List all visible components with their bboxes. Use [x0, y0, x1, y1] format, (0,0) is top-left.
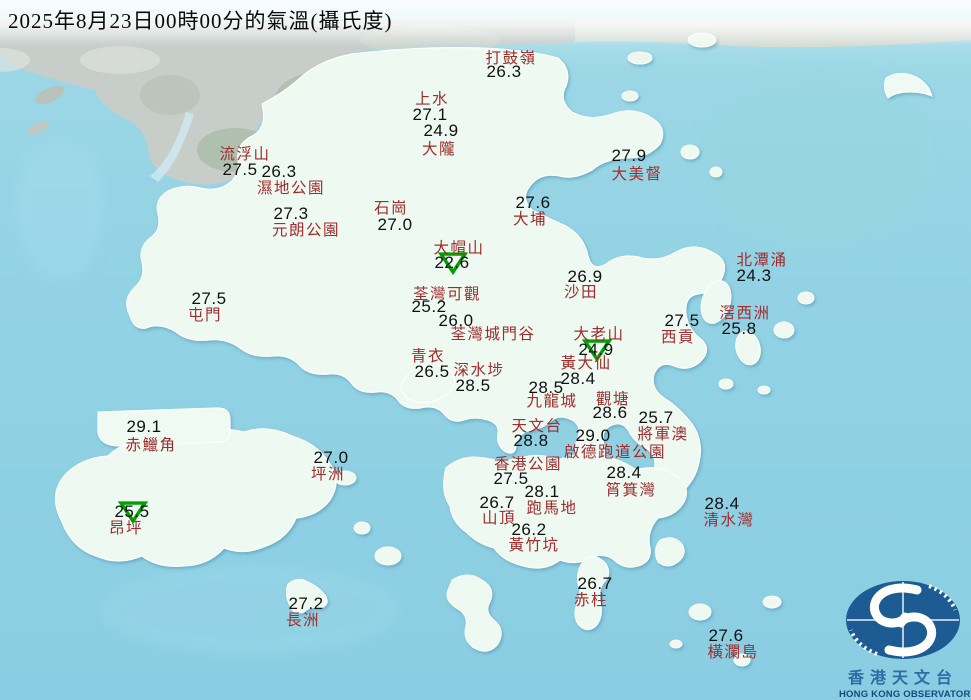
station-name-label: 沙田: [564, 280, 598, 302]
station-name-label: 赤柱: [574, 588, 608, 610]
station-name-label: 屯門: [188, 303, 222, 325]
station-name-label: 大帽山: [433, 236, 484, 258]
station-name-label: 滘西洲: [719, 301, 770, 323]
station-name-label: 橫瀾島: [707, 640, 758, 662]
station-name-label: 山頂: [482, 506, 516, 528]
station-name-label: 濕地公園: [257, 176, 325, 198]
station-name-label: 香港公園: [494, 452, 562, 474]
station-name-label: 上水: [415, 87, 449, 109]
station-name-label: 黃竹坑: [508, 533, 559, 555]
station-name-label: 打鼓嶺: [485, 46, 536, 68]
station-name-label: 大隴: [422, 137, 456, 159]
station-temperature-value: 27.0: [377, 215, 412, 235]
station-name-label: 荃灣城門谷: [450, 322, 535, 344]
station-name-label: 天文台: [511, 414, 562, 436]
station-name-label: 大老山: [573, 322, 624, 344]
station-name-label: 坪洲: [311, 462, 345, 484]
station-name-label: 赤鱲角: [125, 433, 176, 455]
station-name-label: 石崗: [374, 196, 408, 218]
station-name-label: 大美督: [611, 162, 662, 184]
station-name-label: 荃灣可觀: [413, 282, 481, 304]
station-name-label: 北潭涌: [736, 248, 787, 270]
station-name-label: 深水埗: [453, 358, 504, 380]
stations-layer: 26.3 打鼓嶺 27.1 上水 24.9 大隴 27.9 大美督 27.5 流…: [0, 0, 971, 700]
station-name-label: 九龍城: [526, 389, 577, 411]
station-name-label: 筲箕灣: [605, 478, 656, 500]
station-name-label: 跑馬地: [526, 496, 577, 518]
station-name-label: 西貢: [661, 325, 695, 347]
station-name-label: 元朗公園: [272, 218, 340, 240]
station-name-label: 觀塘: [596, 387, 630, 409]
station-name-label: 青衣: [411, 344, 445, 366]
station-name-label: 清水灣: [703, 508, 754, 530]
station-name-label: 昂坪: [109, 516, 143, 538]
station-name-label: 黃大仙: [560, 351, 611, 373]
station-name-label: 大埔: [513, 207, 547, 229]
station-name-label: 流浮山: [219, 142, 270, 164]
station-name-label: 長洲: [286, 608, 320, 630]
hk-regional-temperature-map: 2025年8月23日00時00分的氣溫(攝氏度) 26.3 打鼓嶺 27.1 上…: [0, 0, 971, 700]
station-name-label: 啟德跑道公園: [564, 440, 666, 462]
